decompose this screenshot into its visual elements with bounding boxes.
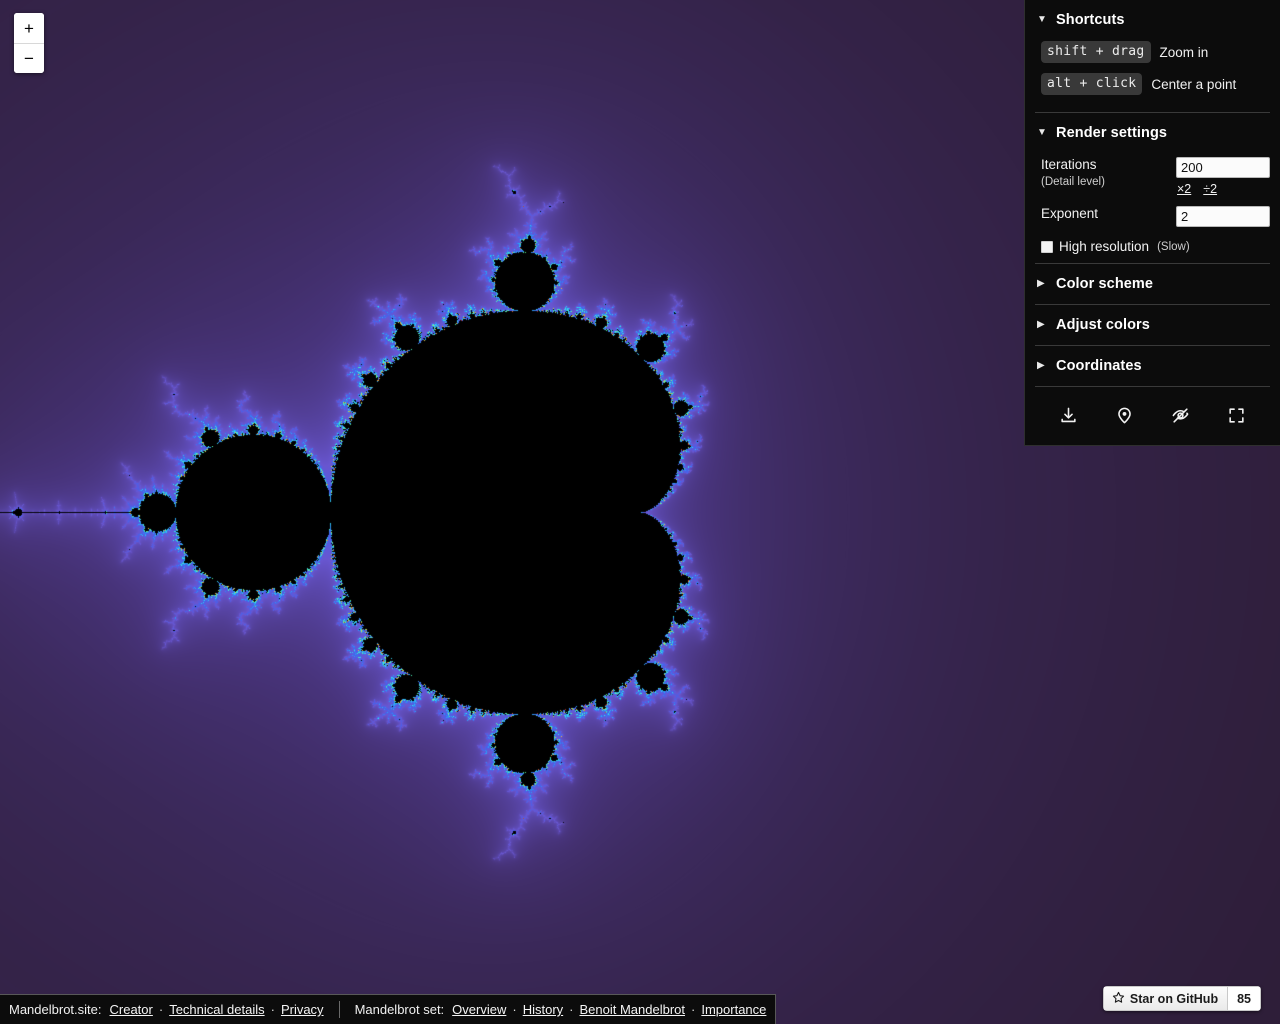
section-header-shortcuts[interactable]: ▼ Shortcuts — [1035, 0, 1270, 39]
chevron-right-icon: ▶ — [1037, 278, 1045, 289]
location-pin-icon[interactable] — [1110, 401, 1140, 429]
github-star-widget: Star on GitHub 85 — [1102, 986, 1261, 1011]
shortcut-row: shift + drag Zoom in — [1041, 41, 1270, 63]
footer-separator: · — [691, 1002, 696, 1017]
section-header-color-scheme[interactable]: ▶ Color scheme — [1035, 264, 1270, 303]
iterations-step-links: ×2 ÷2 — [1176, 182, 1217, 196]
chevron-right-icon: ▶ — [1037, 360, 1045, 371]
footer-group1-label: Mandelbrot.site: — [9, 1002, 102, 1017]
high-resolution-checkbox[interactable] — [1041, 240, 1053, 253]
footer-link-importance[interactable]: Importance — [701, 1002, 766, 1017]
iterations-multiply-button[interactable]: ×2 — [1177, 182, 1191, 196]
star-button-label: Star on GitHub — [1129, 991, 1219, 1006]
iterations-controls: ×2 ÷2 — [1176, 157, 1270, 196]
section-header-render-settings[interactable]: ▼ Render settings — [1035, 113, 1270, 152]
section-title-color-scheme: Color scheme — [1056, 276, 1154, 292]
exponent-input[interactable] — [1176, 206, 1270, 227]
eye-off-icon[interactable] — [1165, 401, 1195, 429]
shortcut-desc-center-point: Center a point — [1151, 76, 1237, 92]
kbd-shift-drag: shift + drag — [1041, 41, 1151, 63]
footer-separator: · — [512, 1002, 517, 1017]
render-settings-body: Iterations (Detail level) ×2 ÷2 Exponent — [1035, 152, 1270, 262]
zoom-in-button[interactable]: + — [14, 13, 44, 43]
footer-link-technical-details[interactable]: Technical details — [169, 1002, 264, 1017]
section-title-render-settings: Render settings — [1056, 125, 1168, 141]
shortcut-desc-zoom-in: Zoom in — [1159, 44, 1209, 60]
panel-tool-row — [1035, 387, 1270, 435]
exponent-controls — [1176, 206, 1270, 227]
chevron-right-icon: ▶ — [1037, 319, 1045, 330]
control-panel: ▼ Shortcuts shift + drag Zoom in alt + c… — [1024, 0, 1280, 446]
star-on-github-button[interactable]: Star on GitHub — [1102, 986, 1228, 1011]
chevron-down-icon: ▼ — [1037, 14, 1047, 25]
footer-link-history[interactable]: History — [523, 1002, 563, 1017]
shortcut-row: alt + click Center a point — [1041, 73, 1270, 95]
iterations-label-text: Iterations — [1041, 157, 1097, 172]
high-resolution-label: High resolution — [1059, 239, 1150, 254]
footer-link-creator[interactable]: Creator — [110, 1002, 153, 1017]
footer-separator: · — [270, 1002, 275, 1017]
iterations-input[interactable] — [1176, 157, 1270, 178]
shortcuts-body: shift + drag Zoom in alt + click Center … — [1035, 39, 1270, 111]
footer-separator: · — [569, 1002, 574, 1017]
zoom-controls: + − — [14, 13, 44, 73]
footer-bar: Mandelbrot.site: Creator · Technical det… — [0, 994, 777, 1024]
star-count[interactable]: 85 — [1227, 986, 1261, 1011]
footer-separator: · — [158, 1002, 164, 1017]
iterations-divide-button[interactable]: ÷2 — [1203, 182, 1217, 196]
section-header-coordinates[interactable]: ▶ Coordinates — [1035, 346, 1270, 385]
exponent-field: Exponent — [1041, 206, 1270, 227]
zoom-out-button[interactable]: − — [14, 43, 44, 73]
exponent-label: Exponent — [1041, 206, 1099, 221]
mandelbrot-app: + − ▼ Shortcuts shift + drag Zoom in alt… — [0, 0, 1280, 1024]
iterations-label: Iterations (Detail level) — [1041, 157, 1105, 189]
iterations-sublabel: (Detail level) — [1041, 175, 1105, 188]
section-title-adjust-colors: Adjust colors — [1056, 317, 1150, 333]
fullscreen-icon[interactable] — [1221, 401, 1251, 429]
footer-group2-label: Mandelbrot set: — [354, 1002, 445, 1017]
iterations-field: Iterations (Detail level) ×2 ÷2 — [1041, 157, 1270, 196]
section-header-adjust-colors[interactable]: ▶ Adjust colors — [1035, 305, 1270, 344]
high-resolution-row: High resolution (Slow) — [1041, 239, 1270, 254]
footer-link-overview[interactable]: Overview — [452, 1002, 506, 1017]
footer-link-privacy[interactable]: Privacy — [281, 1002, 324, 1017]
kbd-alt-click: alt + click — [1041, 73, 1143, 95]
chevron-down-icon: ▼ — [1037, 127, 1047, 138]
section-title-coordinates: Coordinates — [1056, 358, 1142, 374]
high-resolution-note: (Slow) — [1157, 240, 1190, 253]
section-title-shortcuts: Shortcuts — [1056, 12, 1125, 28]
footer-link-benoit-mandelbrot[interactable]: Benoit Mandelbrot — [580, 1002, 686, 1017]
footer-divider — [338, 1001, 340, 1018]
star-icon — [1112, 991, 1125, 1007]
download-icon[interactable] — [1054, 401, 1084, 429]
